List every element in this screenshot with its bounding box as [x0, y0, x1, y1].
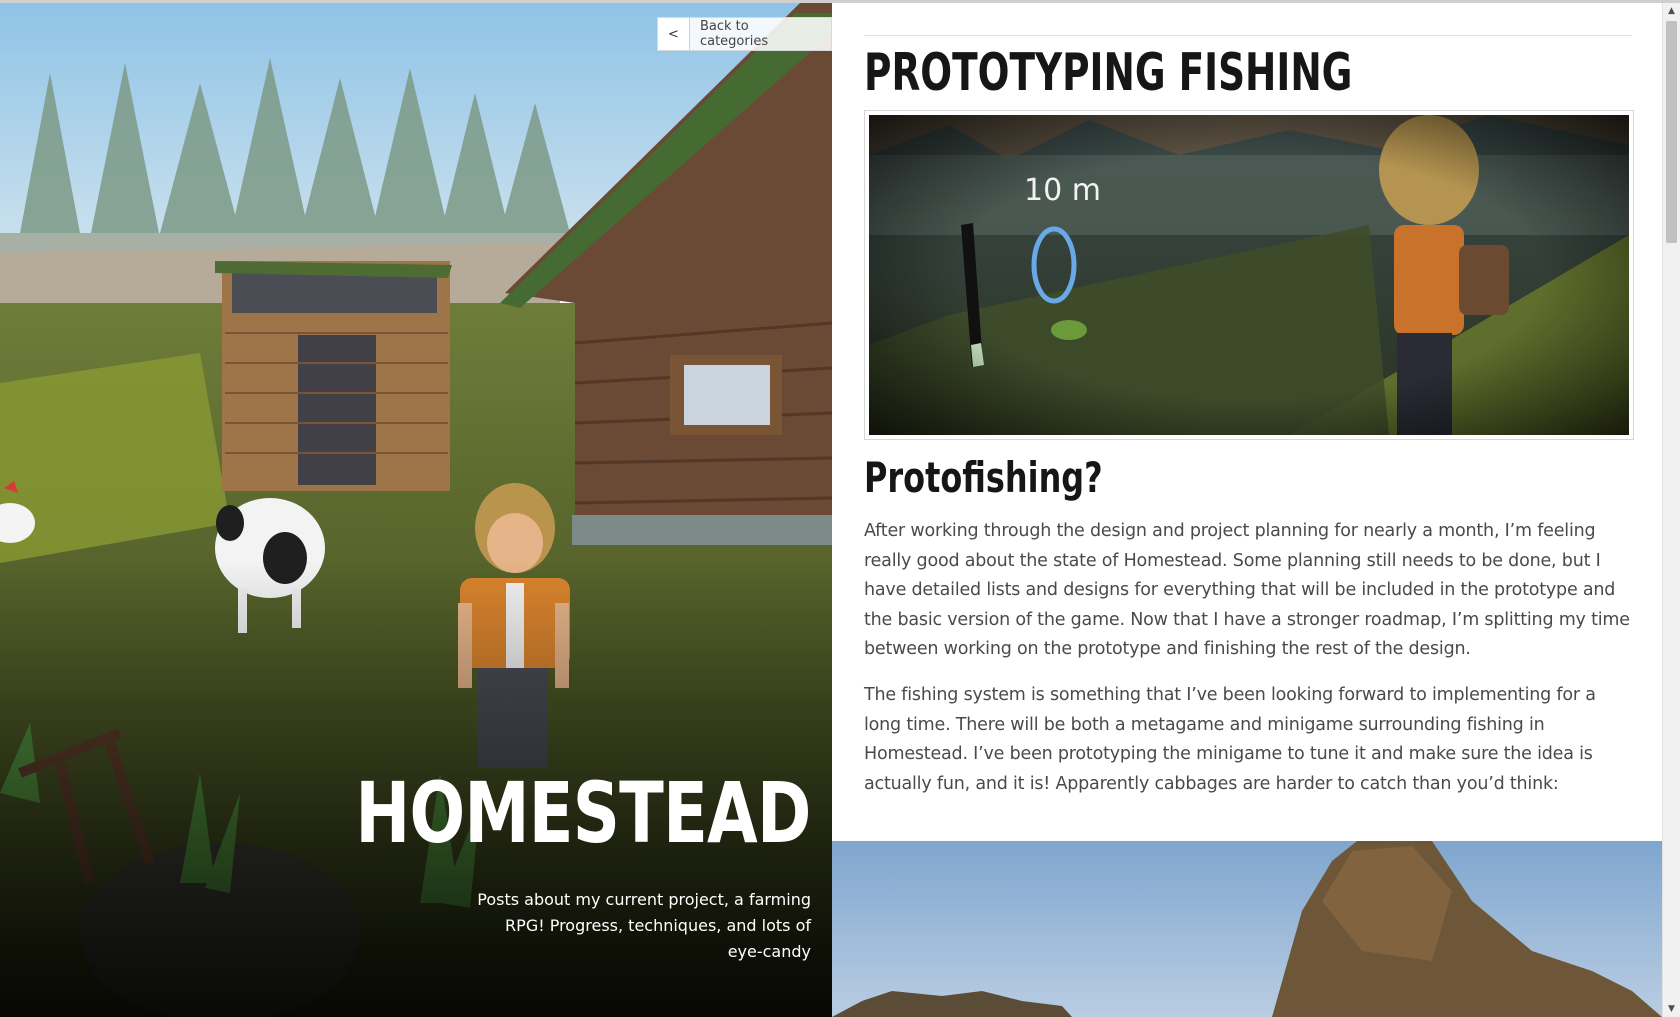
chevron-left-icon: < [658, 18, 690, 50]
paragraph-2: The fishing system is something that I’v… [864, 685, 1596, 794]
category-hero: < Back to categories HOMESTEAD Posts abo… [0, 3, 832, 1017]
paragraph-1: After working through the design and pro… [864, 521, 1630, 659]
distance-label: 10 m [1024, 173, 1101, 208]
page-scrollbar[interactable]: ▲ ▼ [1662, 3, 1680, 1017]
mountain-scene-screenshot [832, 841, 1662, 1017]
fishing-minigame-screenshot[interactable] [832, 841, 1662, 1017]
title-divider [864, 35, 1632, 36]
fishing-game-screenshot: 10 m [869, 115, 1629, 435]
post-title: PROTOTYPING FISHING [864, 43, 1353, 103]
article-panel: PROTOTYPING FISHING 10 m Protofishing? A… [832, 3, 1662, 1017]
back-to-categories-label: Back to categories [699, 19, 769, 49]
category-title: HOMESTEAD [355, 764, 812, 862]
section-heading: Protofishing? [864, 453, 1103, 502]
fishing-screenshot-figure[interactable]: 10 m [864, 110, 1634, 440]
scroll-up-icon[interactable]: ▲ [1663, 3, 1680, 19]
hero-gradient-overlay [0, 3, 832, 1017]
category-description: Posts about my current project, a farmin… [477, 890, 811, 961]
back-to-categories-button[interactable]: < Back to categories [657, 17, 832, 51]
scroll-down-icon[interactable]: ▼ [1663, 1001, 1680, 1017]
scrollbar-thumb[interactable] [1666, 21, 1677, 243]
